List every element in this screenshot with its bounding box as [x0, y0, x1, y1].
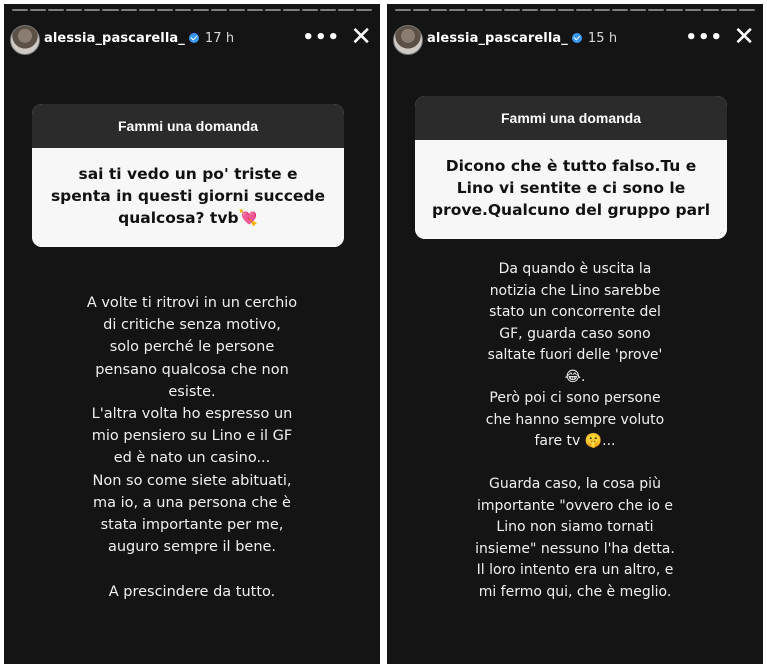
more-options-icon[interactable]: ••• — [302, 27, 340, 48]
username[interactable]: alessia_pascarella_ — [44, 31, 185, 46]
username-row: alessia_pascarella_ 17 h — [44, 31, 234, 46]
question-sticker-title: Fammi una domanda — [32, 104, 344, 148]
close-icon[interactable]: ✕ — [733, 22, 755, 52]
story-caption: Da quando è uscita la notizia che Lino s… — [475, 261, 675, 600]
story-timestamp: 17 h — [204, 31, 235, 46]
story-header: alessia_pascarella_ 15 h ••• ✕ — [387, 22, 763, 58]
story-header: alessia_pascarella_ 17 h ••• ✕ — [4, 22, 380, 58]
story-progress-bar — [395, 9, 755, 12]
more-options-icon[interactable]: ••• — [685, 27, 723, 48]
story-timestamp: 15 h — [587, 31, 618, 46]
close-icon[interactable]: ✕ — [350, 22, 372, 52]
question-sticker-text: Dicono che è tutto falso.Tu e Lino vi se… — [415, 140, 727, 239]
avatar[interactable] — [393, 25, 423, 55]
question-sticker: Fammi una domanda sai ti vedo un po' tri… — [32, 104, 344, 247]
avatar[interactable] — [10, 25, 40, 55]
story-caption: A volte ti ritrovi in un cerchio di crit… — [86, 295, 298, 600]
username[interactable]: alessia_pascarella_ — [427, 31, 568, 46]
story-progress-bar — [12, 9, 372, 12]
question-sticker-title: Fammi una domanda — [415, 96, 727, 140]
verified-badge-icon — [188, 32, 199, 43]
username-row: alessia_pascarella_ 15 h — [427, 31, 617, 46]
question-sticker-text: sai ti vedo un po' triste e spenta in qu… — [32, 148, 344, 247]
question-sticker: Fammi una domanda Dicono che è tutto fal… — [415, 96, 727, 239]
verified-badge-icon — [571, 32, 582, 43]
story-panel-left[interactable]: alessia_pascarella_ 17 h ••• ✕ Fammi una … — [4, 4, 380, 664]
story-panel-right[interactable]: alessia_pascarella_ 15 h ••• ✕ Fammi una … — [387, 4, 763, 664]
